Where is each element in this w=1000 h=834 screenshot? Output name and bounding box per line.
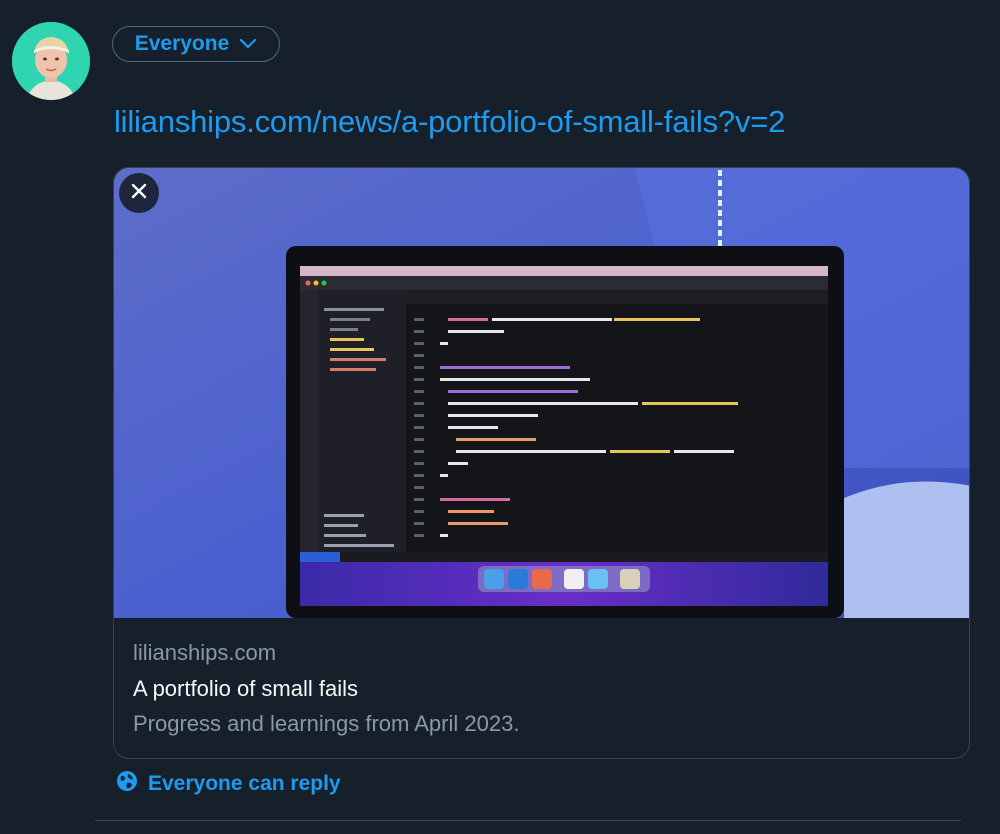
reply-setting-label: Everyone can reply <box>148 772 341 795</box>
tweet-composer: Everyone lilianships.com/news/a-portfoli… <box>0 0 1000 834</box>
chevron-down-icon <box>239 38 257 50</box>
divider <box>95 820 961 821</box>
tweet-link-text[interactable]: lilianships.com/news/a-portfolio-of-smal… <box>114 104 785 140</box>
remove-card-button[interactable] <box>119 173 159 213</box>
card-description: Progress and learnings from April 2023. <box>133 711 520 736</box>
avatar-photo <box>12 22 90 100</box>
close-icon <box>130 182 148 205</box>
audience-label: Everyone <box>134 32 230 55</box>
card-domain: lilianships.com <box>133 640 277 665</box>
link-preview-card[interactable]: lilianships.com A portfolio of small fai… <box>113 167 970 759</box>
globe-icon <box>116 770 138 798</box>
avatar[interactable] <box>12 22 90 100</box>
audience-selector-button[interactable]: Everyone <box>112 26 280 62</box>
link-preview-image <box>114 168 969 618</box>
reply-settings-button[interactable]: Everyone can reply <box>116 770 341 798</box>
card-title: A portfolio of small fails <box>133 676 358 701</box>
